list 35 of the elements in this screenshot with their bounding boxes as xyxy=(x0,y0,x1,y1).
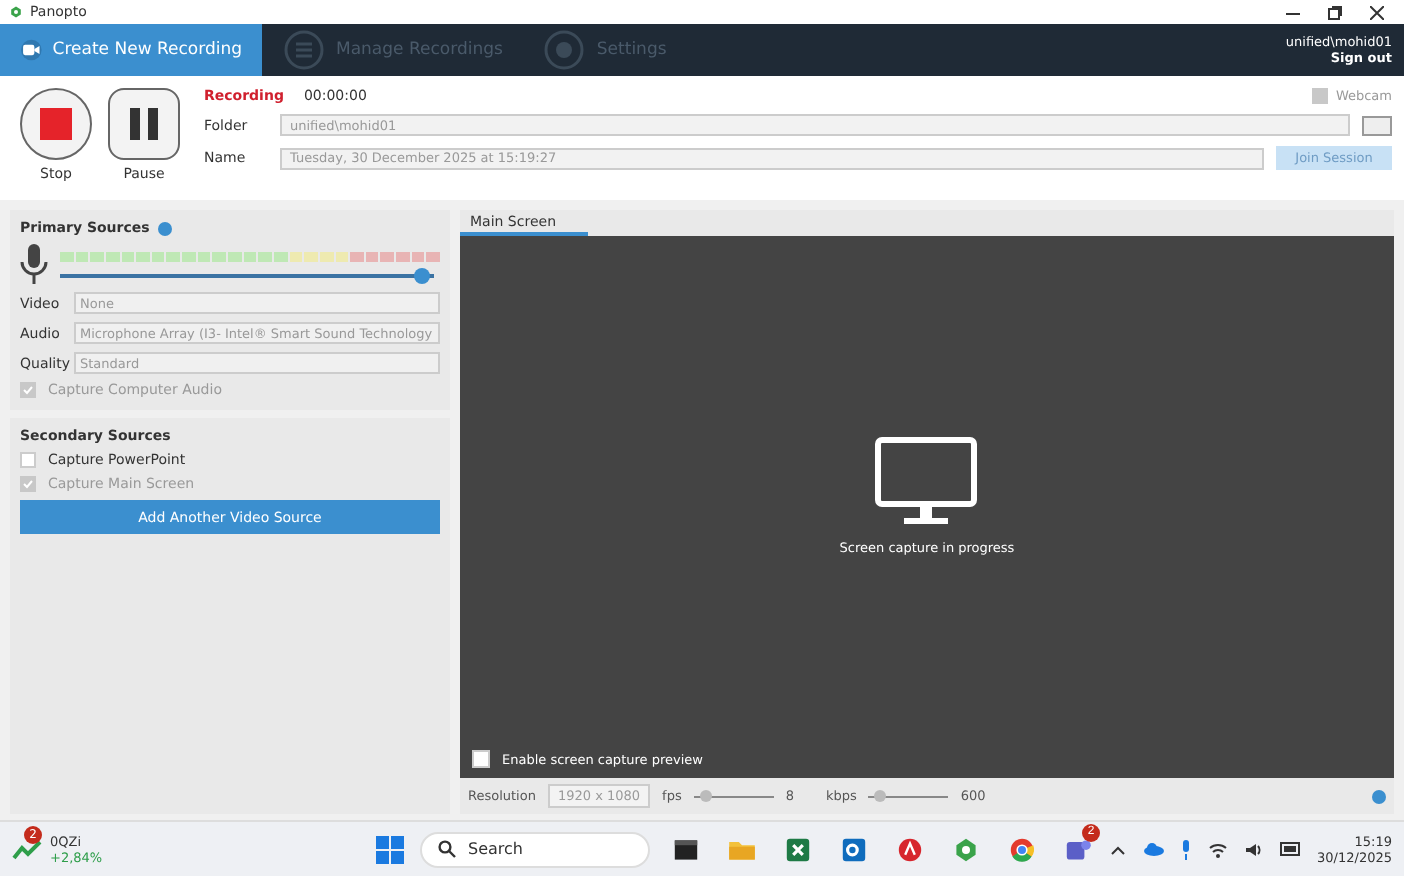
stop-icon xyxy=(40,108,72,140)
spreadsheet-icon xyxy=(782,833,814,865)
stock-chart-icon[interactable] xyxy=(12,837,44,861)
checkbox[interactable] xyxy=(20,452,36,468)
cloud-icon[interactable] xyxy=(1141,842,1164,856)
microphone-icon[interactable] xyxy=(1179,839,1192,859)
gain-slider-thumb[interactable] xyxy=(414,267,431,283)
close-icon[interactable] xyxy=(1370,5,1384,19)
checkbox[interactable] xyxy=(472,750,490,768)
pause-icon xyxy=(130,108,158,140)
browser-icon xyxy=(1006,833,1038,865)
help-icon[interactable] xyxy=(157,221,172,235)
battery-icon[interactable] xyxy=(1279,842,1302,856)
list-icon xyxy=(282,26,326,74)
browse-button[interactable] xyxy=(1362,115,1392,135)
microphone-icon xyxy=(20,244,48,284)
stop-button[interactable] xyxy=(20,88,92,160)
recorder-app-icon xyxy=(950,833,982,865)
help-icon[interactable] xyxy=(1372,789,1386,803)
search-box[interactable]: Search xyxy=(420,831,650,867)
settings-icon xyxy=(542,26,587,74)
mail-icon xyxy=(838,833,870,865)
search-icon xyxy=(438,840,456,858)
fps-slider-thumb[interactable] xyxy=(699,789,712,801)
speaker-icon[interactable] xyxy=(1243,841,1264,857)
wifi-icon[interactable] xyxy=(1207,841,1228,857)
nav-tab[interactable]: Create New Recording xyxy=(0,24,262,76)
monitor-icon xyxy=(874,436,979,528)
restore-icon[interactable] xyxy=(1328,5,1342,19)
search-field[interactable]: Search xyxy=(468,840,628,858)
chevron-up-icon[interactable] xyxy=(1109,843,1126,855)
start-icon[interactable] xyxy=(376,835,404,863)
pause-button[interactable] xyxy=(108,88,180,160)
document-reader-icon xyxy=(894,833,926,865)
kbps-slider-thumb[interactable] xyxy=(874,789,887,801)
